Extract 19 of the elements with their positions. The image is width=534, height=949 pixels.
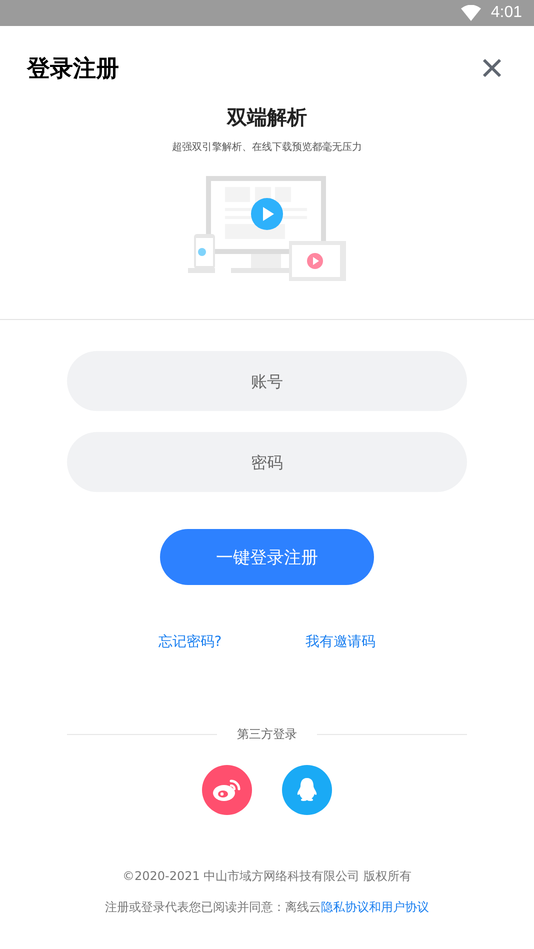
penguin-icon bbox=[296, 777, 318, 803]
section-label: 第三方登录 bbox=[237, 726, 297, 743]
weibo-icon bbox=[212, 777, 242, 803]
qq-button[interactable] bbox=[282, 765, 332, 815]
agreement-text: 注册或登录代表您已阅读并同意：离线云隐私协议和用户协议 bbox=[105, 899, 429, 916]
weibo-button[interactable] bbox=[202, 765, 252, 815]
invite-code-link[interactable]: 我有邀请码 bbox=[306, 633, 376, 651]
account-field[interactable]: 账号 bbox=[67, 351, 467, 411]
login-button[interactable]: 一键登录注册 bbox=[160, 529, 374, 585]
password-field[interactable]: 密码 bbox=[67, 432, 467, 492]
close-button[interactable] bbox=[480, 56, 504, 80]
agreement-link[interactable]: 隐私协议和用户协议 bbox=[321, 900, 429, 914]
feature-subtitle: 超强双引擎解析、在线下载预览都毫无压力 bbox=[172, 140, 362, 154]
page-title: 登录注册 bbox=[27, 54, 119, 84]
forgot-password-link[interactable]: 忘记密码? bbox=[158, 633, 222, 651]
wifi-icon bbox=[460, 5, 481, 21]
feature-title: 双端解析 bbox=[227, 104, 307, 131]
status-time: 4:01 bbox=[490, 4, 522, 22]
copyright-text: ©2020-2021 中山市域方网络科技有限公司 版权所有 bbox=[122, 868, 412, 885]
